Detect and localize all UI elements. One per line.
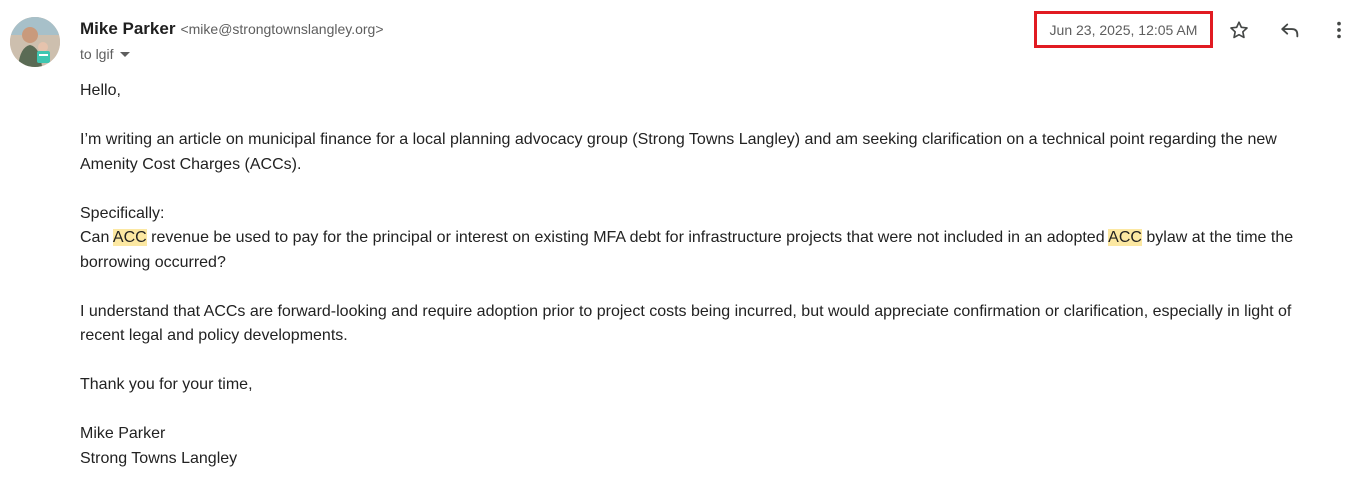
star-icon: [1230, 21, 1248, 39]
avatar-photo: [10, 17, 60, 67]
message-body: Hello, I’m writing an article on municip…: [80, 79, 1330, 471]
question-paragraph: Can ACC revenue be used to pay for the p…: [80, 226, 1330, 275]
reply-icon: [1281, 23, 1299, 38]
star-button[interactable]: [1223, 14, 1255, 46]
intro-paragraph: I’m writing an article on municipal fina…: [80, 131, 1277, 173]
sender-email: <mike@strongtownslangley.org>: [180, 21, 384, 37]
recipient-label: to lgif: [80, 46, 114, 62]
greeting: Hello,: [80, 82, 121, 99]
context-paragraph: I understand that ACCs are forward-looki…: [80, 302, 1292, 345]
specifically-label: Specifically:: [80, 204, 165, 222]
sender-line: Mike Parker <mike@strongtownslangley.org…: [80, 19, 384, 41]
more-vert-icon: [1337, 21, 1341, 39]
search-highlight: ACC: [1108, 229, 1142, 246]
signature-org: Strong Towns Langley: [80, 449, 238, 467]
message-date: Jun 23, 2025, 12:05 AM: [1034, 11, 1213, 48]
sender-name[interactable]: Mike Parker: [80, 19, 175, 39]
question-text: Can: [80, 229, 113, 246]
more-options-button[interactable]: [1323, 14, 1351, 46]
signature-name: Mike Parker: [80, 425, 166, 442]
search-highlight: ACC: [112, 229, 147, 246]
reply-button[interactable]: [1274, 14, 1306, 46]
question-text: revenue be used to pay for the principal…: [146, 229, 1109, 246]
avatar[interactable]: [10, 17, 60, 67]
message-date-text: Jun 23, 2025, 12:05 AM: [1049, 21, 1198, 38]
chevron-down-icon[interactable]: [120, 51, 131, 57]
recipient-toggle[interactable]: to lgif: [80, 46, 131, 62]
thanks-line: Thank you for your time,: [80, 376, 253, 393]
